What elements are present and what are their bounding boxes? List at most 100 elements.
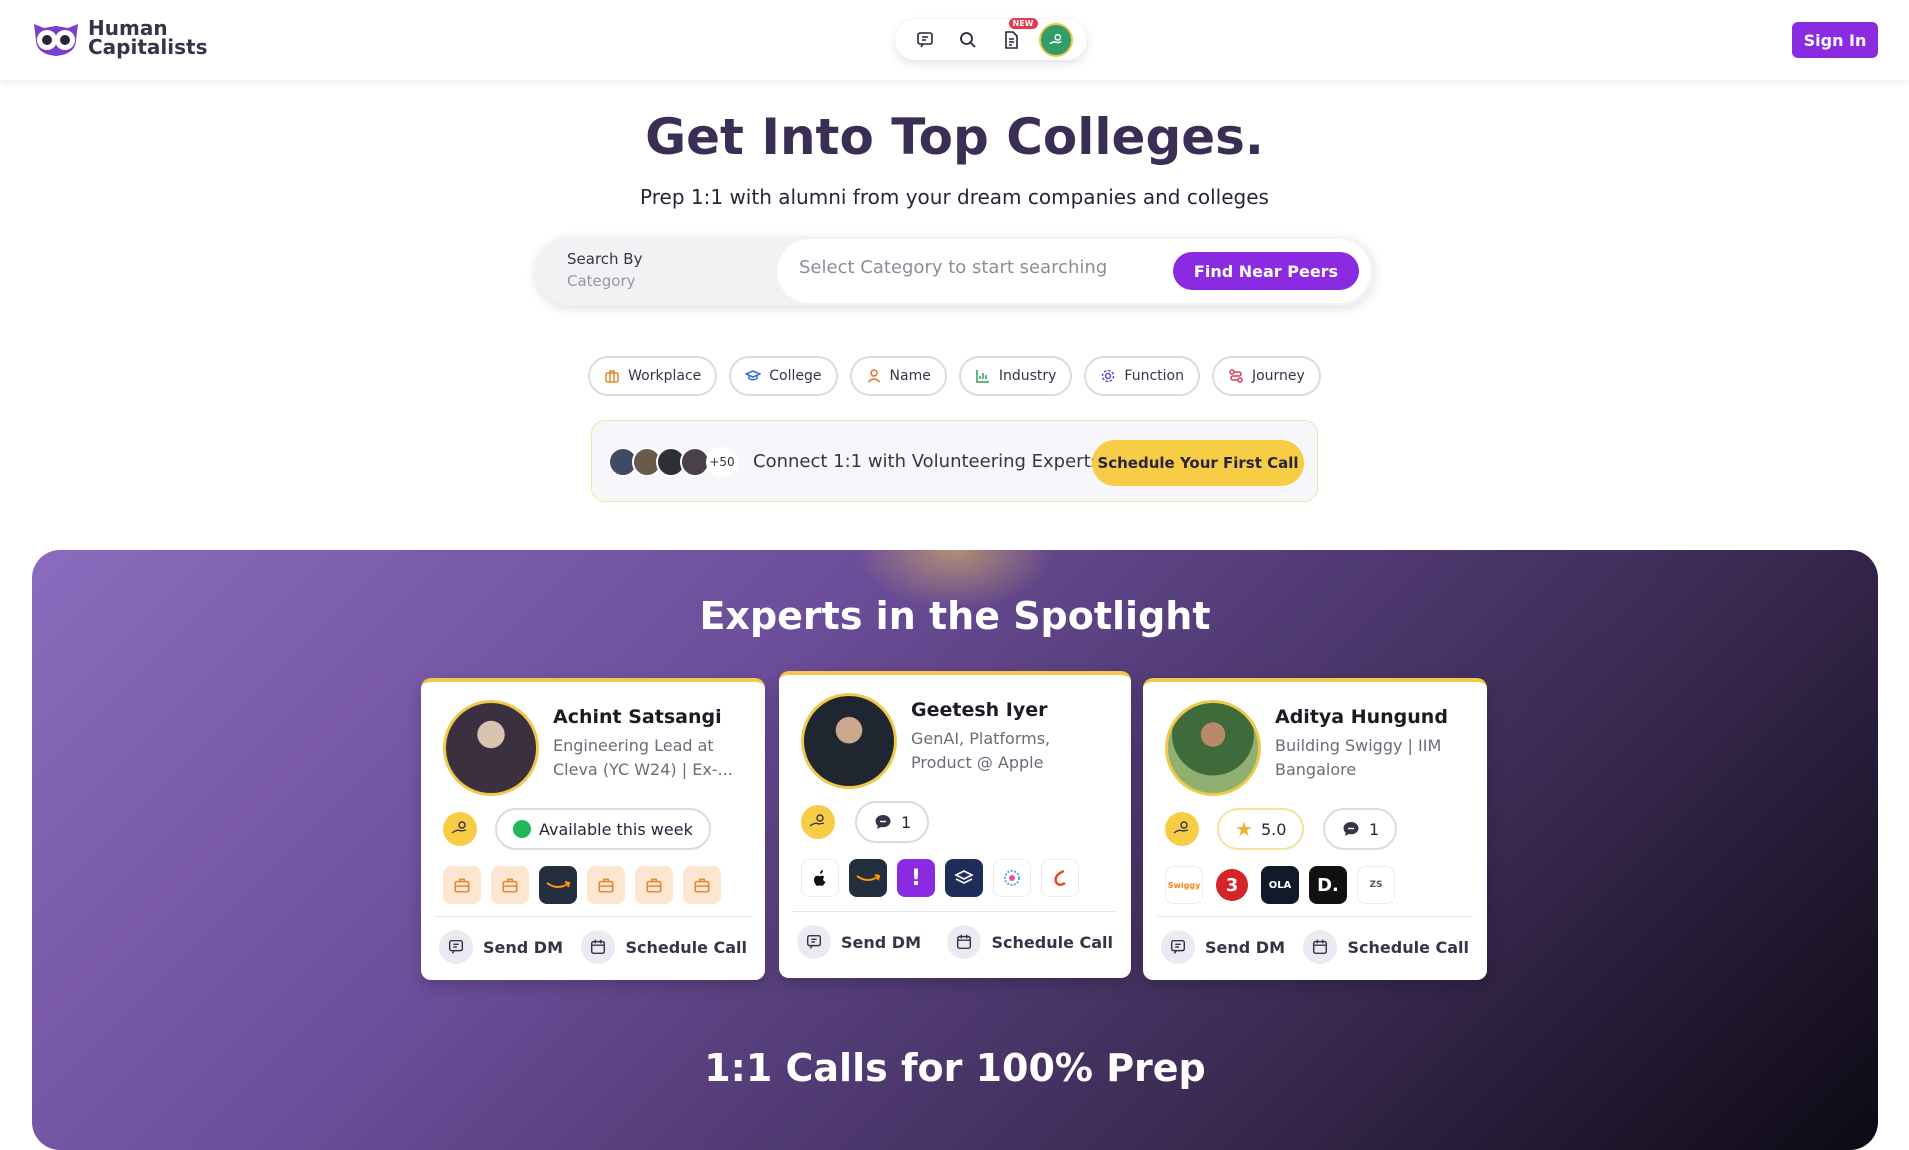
logo-text: Swiggy (1167, 880, 1201, 890)
expert-photo (1165, 700, 1261, 796)
calendar-icon (1303, 930, 1338, 964)
zs-logo-icon: ZS (1357, 866, 1395, 904)
new-badge: NEW (1008, 18, 1038, 29)
chip-journey[interactable]: Journey (1211, 356, 1321, 396)
category-chips: Workplace College Name Industry Function… (0, 356, 1909, 396)
message-icon (1343, 822, 1359, 836)
chip-name[interactable]: Name (849, 356, 947, 396)
orange-swirl-logo-icon (1041, 859, 1079, 897)
gear-icon (1102, 369, 1115, 383)
availability-label: Available this week (539, 819, 693, 839)
chip-label: Journey (1251, 368, 1305, 384)
expert-avatars: +50 (608, 447, 738, 477)
volunteer-hand-icon (443, 812, 477, 846)
send-dm-button[interactable]: Send DM (439, 930, 563, 964)
schedule-call-button[interactable]: Schedule Call (1303, 930, 1469, 964)
card-actions: Send DM Schedule Call (797, 925, 1113, 959)
card-actions: Send DM Schedule Call (439, 930, 747, 964)
expert-card[interactable]: Aditya Hungund Building Swiggy | IIM Ban… (1143, 678, 1487, 980)
briefcase-icon (587, 866, 625, 904)
card-divider (435, 916, 751, 917)
hero-subtitle: Prep 1:1 with alumni from your dream com… (640, 185, 1269, 209)
company-logos: ! (801, 859, 1079, 897)
rating-chip: ★ 5.0 (1217, 808, 1305, 850)
chip-label: Name (889, 368, 931, 384)
three-logo-icon: 3 (1213, 866, 1251, 904)
amazon-logo-icon (849, 859, 887, 897)
connect-text: Connect 1:1 with Volunteering Experts (753, 451, 1101, 472)
connect-banner: +50 Connect 1:1 with Volunteering Expert… (591, 420, 1318, 502)
chip-label: Function (1124, 368, 1184, 384)
chip-function[interactable]: Function (1084, 356, 1200, 396)
apple-logo-icon (801, 859, 839, 897)
message-count: 1 (1369, 819, 1380, 839)
messages-icon[interactable] (910, 25, 940, 55)
expert-description: Building Swiggy | IIM Bangalore (1275, 736, 1442, 779)
hero-title: Get Into Top Colleges. (645, 108, 1264, 166)
briefcase-icon (443, 866, 481, 904)
schedule-call-button[interactable]: Schedule Call (581, 930, 747, 964)
wipro-logo-icon (993, 859, 1031, 897)
expert-name: Geetesh Iyer (911, 699, 1048, 721)
expert-card[interactable]: Achint Satsangi Engineering Lead at Clev… (421, 678, 765, 980)
logo-text: 3 (1216, 869, 1248, 901)
ola-logo-icon: OLA (1261, 866, 1299, 904)
spotlight-section: Experts in the Spotlight Achint Satsangi… (32, 550, 1878, 1150)
search-by-selector[interactable]: Search By Category (567, 250, 642, 290)
send-dm-label: Send DM (841, 932, 921, 952)
chat-icon (797, 925, 831, 959)
schedule-call-label: Schedule Call (1347, 937, 1469, 957)
expert-description: GenAI, Platforms, Product @ Apple (911, 729, 1051, 772)
schedule-first-call-button[interactable]: Schedule Your First Call (1092, 440, 1304, 486)
chip-label: College (769, 368, 822, 384)
logo-text: D. (1317, 874, 1339, 896)
card-divider (1157, 916, 1473, 917)
search-icon[interactable] (953, 25, 983, 55)
search-bar: Search By Category Find Near Peers (535, 236, 1375, 306)
search-input[interactable] (799, 257, 1159, 278)
volunteer-avatar-icon[interactable] (1038, 23, 1073, 57)
logo[interactable]: Human Capitalists (30, 18, 207, 58)
schedule-call-label: Schedule Call (991, 932, 1113, 952)
expert-card[interactable]: Geetesh Iyer GenAI, Platforms, Product @… (779, 671, 1131, 978)
logo-text: OLA (1268, 879, 1292, 891)
schedule-call-label: Schedule Call (625, 937, 747, 957)
chip-college[interactable]: College (729, 356, 838, 396)
layers-logo-icon (945, 859, 983, 897)
sign-in-button[interactable]: Sign In (1792, 22, 1878, 58)
schedule-call-button[interactable]: Schedule Call (947, 925, 1113, 959)
find-near-peers-button[interactable]: Find Near Peers (1173, 252, 1359, 290)
briefcase-icon (605, 370, 619, 383)
chip-label: Workplace (628, 368, 702, 384)
briefcase-icon (635, 866, 673, 904)
expert-description: Engineering Lead at Cleva (YC W24) | Ex-… (553, 736, 733, 779)
logo-line2: Capitalists (88, 35, 208, 59)
send-dm-label: Send DM (483, 937, 563, 957)
resume-document-icon[interactable]: NEW (996, 18, 1038, 55)
company-logos (443, 866, 721, 904)
send-dm-button[interactable]: Send DM (797, 925, 921, 959)
search-by-value: Category (567, 272, 636, 290)
header-nav-pill: NEW (895, 18, 1087, 60)
spotlight-title: Experts in the Spotlight (699, 594, 1211, 638)
graduation-cap-icon (745, 370, 762, 381)
top-header: Human Capitalists NEW Sign In (0, 0, 1909, 80)
owl-logo-icon (34, 24, 78, 56)
message-count-chip: 1 (1323, 808, 1398, 850)
expert-name: Achint Satsangi (553, 706, 722, 728)
amazon-logo-icon (539, 866, 577, 904)
chat-icon (1161, 930, 1195, 964)
volunteer-hand-icon (801, 805, 835, 839)
calls-section-title: 1:1 Calls for 100% Prep (704, 1046, 1206, 1090)
chart-icon (976, 370, 989, 383)
chip-workplace[interactable]: Workplace (588, 356, 718, 396)
send-dm-button[interactable]: Send DM (1161, 930, 1285, 964)
calendar-icon (581, 930, 616, 964)
star-icon: ★ (1235, 817, 1253, 841)
expert-name: Aditya Hungund (1275, 706, 1448, 728)
swiggy-logo-icon: Swiggy (1165, 866, 1203, 904)
logo-text: ZS (1369, 880, 1383, 890)
briefcase-icon (491, 866, 529, 904)
company-logos: Swiggy 3 OLA D. ZS (1165, 866, 1395, 904)
chip-industry[interactable]: Industry (958, 356, 1073, 396)
